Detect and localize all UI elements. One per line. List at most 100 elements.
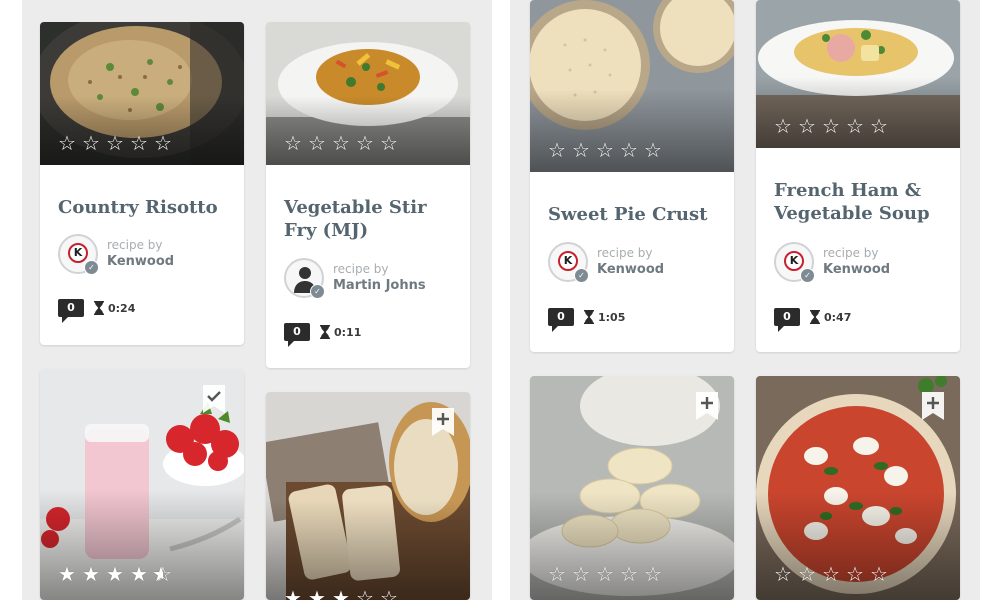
star-empty-icon: ☆ xyxy=(798,114,816,138)
comment-count-badge[interactable]: 0 xyxy=(58,299,84,323)
star-empty-icon: ☆ xyxy=(870,114,888,138)
recipe-card-bread[interactable]: ★ ★ ★ ☆ ☆ xyxy=(266,392,470,600)
kenwood-logo-icon: K xyxy=(558,251,578,271)
recipe-photo[interactable]: ☆ ☆ ☆ ☆ ☆ xyxy=(40,22,244,165)
recipe-by-label: recipe by xyxy=(823,246,879,260)
star-empty-icon: ☆ xyxy=(644,562,662,586)
verified-check-icon: ✓ xyxy=(310,284,325,299)
plus-bookmark-icon[interactable] xyxy=(922,392,944,420)
comment-count-badge[interactable]: 0 xyxy=(284,323,310,347)
recipe-card-macarons[interactable]: ☆ ☆ ☆ ☆ ☆ xyxy=(530,376,734,600)
star-empty-icon: ☆ xyxy=(380,131,398,155)
recipe-meta: 0 0:11 xyxy=(284,323,362,347)
verified-check-icon: ✓ xyxy=(84,260,99,275)
plus-bookmark-icon[interactable] xyxy=(696,392,718,420)
star-empty-icon: ☆ xyxy=(596,138,614,162)
recipe-photo[interactable]: ☆ ☆ ☆ ☆ ☆ xyxy=(530,376,734,600)
prep-time: 0:47 xyxy=(824,310,852,324)
verified-check-icon: ✓ xyxy=(800,268,815,283)
rating-stars[interactable]: ★ ★ ★ ★ ☆ ★ xyxy=(56,564,174,584)
star-empty-icon: ☆ xyxy=(154,131,172,155)
recipe-card-country-risotto[interactable]: ☆ ☆ ☆ ☆ ☆ Country Risotto K ✓ recipe by … xyxy=(40,22,244,345)
star-empty-icon: ☆ xyxy=(380,586,398,600)
recipe-card-strawberry-yogurt[interactable]: ★ ★ ★ ★ ☆ ★ xyxy=(40,369,244,600)
star-filled-icon: ★ xyxy=(58,562,76,586)
star-empty-icon: ☆ xyxy=(308,131,326,155)
star-empty-icon: ☆ xyxy=(774,562,792,586)
rating-stars[interactable]: ☆ ☆ ☆ ☆ ☆ xyxy=(546,564,664,584)
avatar[interactable]: K ✓ xyxy=(58,234,99,275)
star-empty-icon: ☆ xyxy=(822,114,840,138)
star-empty-icon: ☆ xyxy=(130,131,148,155)
recipe-photo[interactable]: ☆ ☆ ☆ ☆ ☆ xyxy=(530,0,734,172)
hourglass-icon xyxy=(94,301,104,315)
star-empty-icon: ☆ xyxy=(356,131,374,155)
comment-count-badge[interactable]: 0 xyxy=(548,308,574,332)
rating-stars[interactable]: ☆ ☆ ☆ ☆ ☆ xyxy=(772,564,890,584)
recipe-title[interactable]: Sweet Pie Crust xyxy=(548,203,722,226)
recipe-author[interactable]: K ✓ recipe by Kenwood xyxy=(774,242,890,283)
recipe-by-label: recipe by xyxy=(333,262,389,276)
star-empty-icon: ☆ xyxy=(644,138,662,162)
star-empty-icon: ☆ xyxy=(284,131,302,155)
avatar[interactable]: K ✓ xyxy=(548,242,589,283)
author-name[interactable]: Kenwood xyxy=(107,253,174,270)
recipe-meta: 0 1:05 xyxy=(548,308,626,332)
star-empty-icon: ☆ xyxy=(548,138,566,162)
author-name[interactable]: Kenwood xyxy=(597,261,664,278)
star-filled-icon: ★ xyxy=(82,562,100,586)
star-half-icon: ☆ ★ xyxy=(152,562,172,586)
star-empty-icon: ☆ xyxy=(774,114,792,138)
star-empty-icon: ☆ xyxy=(82,131,100,155)
hourglass-icon xyxy=(320,325,330,339)
plus-bookmark-icon[interactable] xyxy=(432,408,454,436)
recipe-author[interactable]: ✓ recipe by Martin Johns xyxy=(284,258,426,299)
star-empty-icon: ☆ xyxy=(106,131,124,155)
recipe-author[interactable]: K ✓ recipe by Kenwood xyxy=(58,234,174,275)
check-bookmark-icon[interactable] xyxy=(203,385,225,413)
star-filled-icon: ★ xyxy=(106,562,124,586)
recipe-title[interactable]: Vegetable Stir Fry (MJ) xyxy=(284,196,458,242)
avatar[interactable]: ✓ xyxy=(284,258,325,299)
star-empty-icon: ☆ xyxy=(798,562,816,586)
verified-check-icon: ✓ xyxy=(574,268,589,283)
star-empty-icon: ☆ xyxy=(356,586,374,600)
star-empty-icon: ☆ xyxy=(332,131,350,155)
prep-time: 0:24 xyxy=(108,301,136,315)
recipe-grid-left: ☆ ☆ ☆ ☆ ☆ Country Risotto K ✓ recipe by … xyxy=(22,0,492,600)
recipe-author[interactable]: K ✓ recipe by Kenwood xyxy=(548,242,664,283)
star-filled-icon: ★ xyxy=(308,586,326,600)
recipe-photo[interactable]: ☆ ☆ ☆ ☆ ☆ xyxy=(756,376,960,600)
prep-time: 0:11 xyxy=(334,325,362,339)
star-empty-icon: ☆ xyxy=(620,562,638,586)
recipe-photo[interactable]: ★ ★ ★ ☆ ☆ xyxy=(266,392,470,600)
rating-stars[interactable]: ☆ ☆ ☆ ☆ ☆ xyxy=(282,133,400,153)
recipe-by-label: recipe by xyxy=(107,238,163,252)
recipe-card-sweet-pie-crust[interactable]: ☆ ☆ ☆ ☆ ☆ Sweet Pie Crust K ✓ recipe by … xyxy=(530,0,734,352)
rating-stars[interactable]: ☆ ☆ ☆ ☆ ☆ xyxy=(546,140,664,160)
recipe-card-french-ham-soup[interactable]: ☆ ☆ ☆ ☆ ☆ French Ham & Vegetable Soup K … xyxy=(756,0,960,352)
kenwood-logo-icon: K xyxy=(784,251,804,271)
author-name[interactable]: Martin Johns xyxy=(333,277,426,294)
recipe-card-vegetable-stir-fry[interactable]: ☆ ☆ ☆ ☆ ☆ Vegetable Stir Fry (MJ) ✓ reci… xyxy=(266,22,470,368)
star-empty-icon: ☆ xyxy=(822,562,840,586)
recipe-photo[interactable]: ☆ ☆ ☆ ☆ ☆ xyxy=(266,22,470,165)
rating-stars[interactable]: ☆ ☆ ☆ ☆ ☆ xyxy=(56,133,174,153)
recipe-card-pizza[interactable]: ☆ ☆ ☆ ☆ ☆ xyxy=(756,376,960,600)
recipe-title[interactable]: French Ham & Vegetable Soup xyxy=(774,179,948,225)
star-filled-icon: ★ xyxy=(284,586,302,600)
hourglass-icon xyxy=(584,310,594,324)
prep-time: 1:05 xyxy=(598,310,626,324)
rating-stars[interactable]: ☆ ☆ ☆ ☆ ☆ xyxy=(772,116,890,136)
recipe-meta: 0 0:47 xyxy=(774,308,852,332)
author-name[interactable]: Kenwood xyxy=(823,261,890,278)
avatar[interactable]: K ✓ xyxy=(774,242,815,283)
recipe-grid-right: ☆ ☆ ☆ ☆ ☆ Sweet Pie Crust K ✓ recipe by … xyxy=(510,0,980,600)
recipe-photo[interactable]: ★ ★ ★ ★ ☆ ★ xyxy=(40,369,244,600)
star-empty-icon: ☆ xyxy=(548,562,566,586)
recipe-title[interactable]: Country Risotto xyxy=(58,196,232,219)
star-empty-icon: ☆ xyxy=(58,131,76,155)
recipe-photo[interactable]: ☆ ☆ ☆ ☆ ☆ xyxy=(756,0,960,148)
comment-count-badge[interactable]: 0 xyxy=(774,308,800,332)
rating-stars[interactable]: ★ ★ ★ ☆ ☆ xyxy=(282,588,400,600)
